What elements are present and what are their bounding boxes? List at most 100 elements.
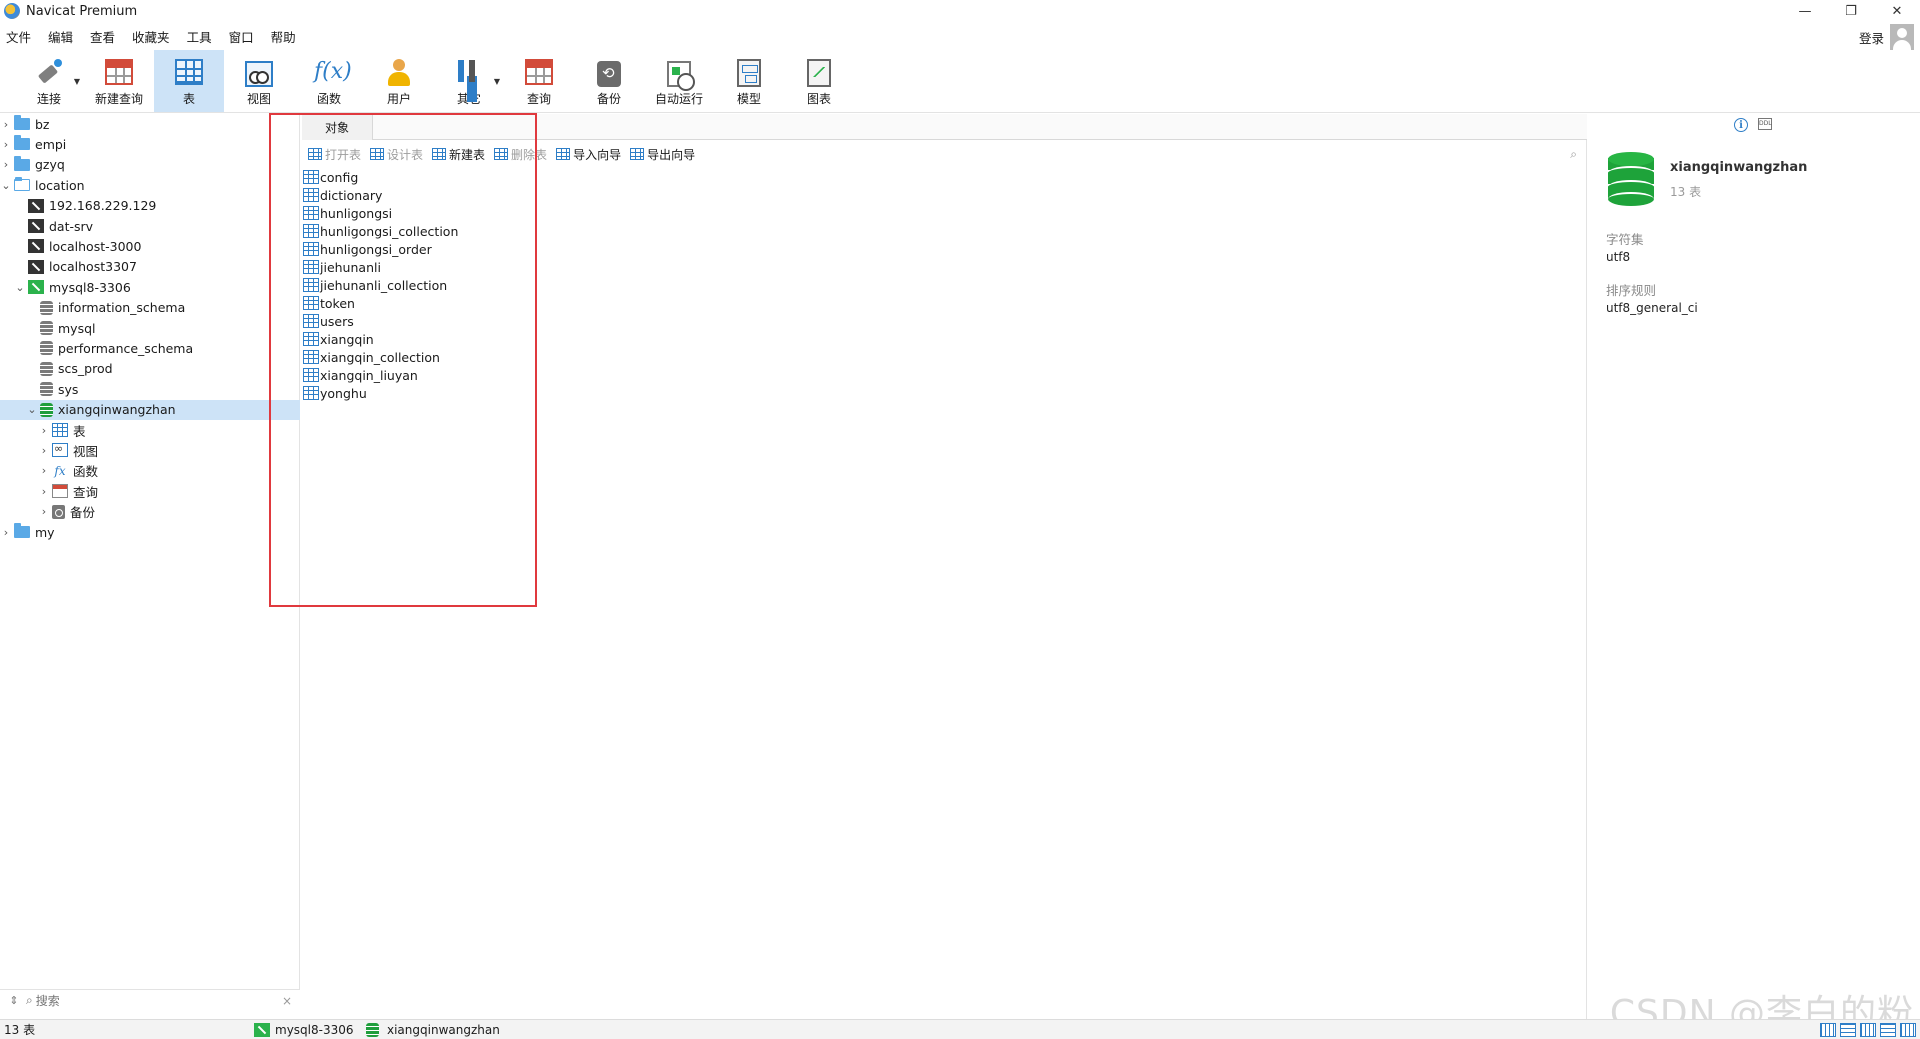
table-list-item[interactable]: hunligongsi_collection: [302, 222, 602, 240]
tree-item[interactable]: localhost3307: [0, 257, 300, 277]
tree-item[interactable]: › 查询: [0, 481, 300, 501]
tree-item[interactable]: performance_schema: [0, 338, 300, 358]
tree-item[interactable]: information_schema: [0, 298, 300, 318]
chevron-down-icon[interactable]: ⌄: [14, 281, 26, 294]
design-table-button[interactable]: 设计表: [370, 146, 423, 163]
chevron-down-icon[interactable]: ⌄: [26, 403, 38, 416]
tree-item[interactable]: dat-srv: [0, 216, 300, 236]
table-name: xiangqin: [320, 331, 374, 347]
user-button[interactable]: 用户: [364, 50, 434, 112]
tree-item[interactable]: ⌄ xiangqinwangzhan: [0, 399, 300, 420]
close-button[interactable]: ✕: [1874, 0, 1920, 22]
tree-item[interactable]: ⌄ location: [0, 175, 300, 195]
view-button[interactable]: 视图: [224, 50, 294, 112]
menu-help[interactable]: 帮助: [264, 27, 306, 46]
table-list-item[interactable]: xiangqin_liuyan: [302, 366, 602, 384]
table-list-item[interactable]: hunligongsi: [302, 204, 602, 222]
tree-item[interactable]: › bz: [0, 114, 300, 134]
tree-item[interactable]: › 表: [0, 420, 300, 440]
chevron-right-icon[interactable]: ›: [0, 138, 12, 151]
restore-button[interactable]: ❐: [1828, 0, 1874, 22]
table-icon: [303, 224, 319, 238]
tree-item-label: localhost3307: [49, 259, 137, 275]
chevron-right-icon[interactable]: ›: [38, 464, 50, 477]
tab-objects[interactable]: 对象: [302, 114, 373, 140]
tree-item[interactable]: › fx 函数: [0, 461, 300, 481]
new-query-button[interactable]: 新建查询: [84, 50, 154, 112]
connect-button[interactable]: 连接 ▼: [14, 50, 84, 112]
tree-item[interactable]: sys: [0, 379, 300, 399]
design-table-icon: [370, 148, 385, 160]
menu-view[interactable]: 查看: [83, 27, 125, 46]
other-dropdown-caret-icon[interactable]: ▼: [494, 77, 500, 86]
toggle-right-panel-icon[interactable]: [1900, 1022, 1916, 1037]
table-list-item[interactable]: xiangqin: [302, 330, 602, 348]
chevron-right-icon[interactable]: ›: [0, 158, 12, 171]
table-list-item[interactable]: xiangqin_collection: [302, 348, 602, 366]
ddl-icon[interactable]: DDL: [1758, 118, 1772, 130]
object-search-icon[interactable]: ⌕: [1570, 147, 1577, 162]
model-button[interactable]: 模型: [714, 50, 784, 112]
export-wizard-button[interactable]: 导出向导: [630, 146, 695, 163]
table-icon: [303, 296, 319, 310]
sidebar-search-input[interactable]: [35, 993, 266, 1008]
table-list-item[interactable]: config: [302, 168, 602, 186]
table-list-item[interactable]: hunligongsi_order: [302, 240, 602, 258]
tree-item[interactable]: 192.168.229.129: [0, 196, 300, 216]
open-table-button[interactable]: 打开表: [308, 146, 361, 163]
menu-tools[interactable]: 工具: [180, 27, 222, 46]
tree-item[interactable]: › gzyq: [0, 155, 300, 175]
chevron-right-icon[interactable]: ›: [38, 505, 50, 518]
table-list-item[interactable]: users: [302, 312, 602, 330]
chevron-right-icon[interactable]: ›: [38, 444, 50, 457]
tree-item-label: 备份: [70, 505, 96, 521]
chevron-right-icon[interactable]: ›: [0, 118, 12, 131]
query-button[interactable]: 查询: [504, 50, 574, 112]
import-wizard-button[interactable]: 导入向导: [556, 146, 621, 163]
chevron-right-icon[interactable]: ›: [0, 526, 12, 539]
tree-item[interactable]: localhost-3000: [0, 236, 300, 256]
menu-edit[interactable]: 编辑: [41, 27, 83, 46]
clear-search-icon[interactable]: ×: [282, 994, 292, 1008]
new-table-button[interactable]: 新建表: [432, 146, 485, 163]
grid-view-icon[interactable]: [1860, 1022, 1876, 1037]
chart-button[interactable]: 图表: [784, 50, 854, 112]
table-list-item[interactable]: dictionary: [302, 186, 602, 204]
tree-item[interactable]: › empi: [0, 134, 300, 154]
automation-button[interactable]: 自动运行: [644, 50, 714, 112]
other-button[interactable]: 其它 ▼: [434, 50, 504, 112]
status-count: 13 表: [4, 1023, 36, 1037]
table-icon: [303, 242, 319, 256]
chevron-right-icon[interactable]: ›: [38, 424, 50, 437]
list-view-icon[interactable]: [1820, 1022, 1836, 1037]
info-icon[interactable]: i: [1734, 118, 1748, 132]
backup-button[interactable]: 备份: [574, 50, 644, 112]
chevron-down-icon[interactable]: ⌄: [0, 179, 12, 192]
avatar-icon[interactable]: [1890, 24, 1914, 50]
login-link[interactable]: 登录: [1859, 28, 1884, 47]
table-button[interactable]: 表: [154, 50, 224, 112]
table-list-item[interactable]: jiehunanli: [302, 258, 602, 276]
table-list-item[interactable]: yonghu: [302, 384, 602, 402]
delete-table-button[interactable]: 删除表: [494, 146, 547, 163]
folder-icon: [14, 155, 30, 171]
minimize-button[interactable]: —: [1782, 0, 1828, 22]
tree-item[interactable]: › 备份: [0, 502, 300, 522]
tree-item[interactable]: ⌄ mysql8-3306: [0, 277, 300, 297]
table-list-item[interactable]: token: [302, 294, 602, 312]
tree-item[interactable]: scs_prod: [0, 359, 300, 379]
table-icon: [303, 206, 319, 220]
sort-icon[interactable]: ⇕: [6, 994, 22, 1007]
menu-window[interactable]: 窗口: [222, 27, 264, 46]
connect-dropdown-caret-icon[interactable]: ▼: [74, 77, 80, 86]
chevron-right-icon[interactable]: ›: [38, 485, 50, 498]
tree-item[interactable]: › my: [0, 522, 300, 542]
function-button[interactable]: f(x) 函数: [294, 50, 364, 112]
detail-view-icon[interactable]: [1840, 1022, 1856, 1037]
tree-item[interactable]: mysql: [0, 318, 300, 338]
menu-favorites[interactable]: 收藏夹: [125, 27, 180, 46]
menu-file[interactable]: 文件: [0, 27, 41, 46]
tree-item[interactable]: › 视图: [0, 440, 300, 460]
table-list-item[interactable]: jiehunanli_collection: [302, 276, 602, 294]
toggle-left-panel-icon[interactable]: [1880, 1022, 1896, 1037]
